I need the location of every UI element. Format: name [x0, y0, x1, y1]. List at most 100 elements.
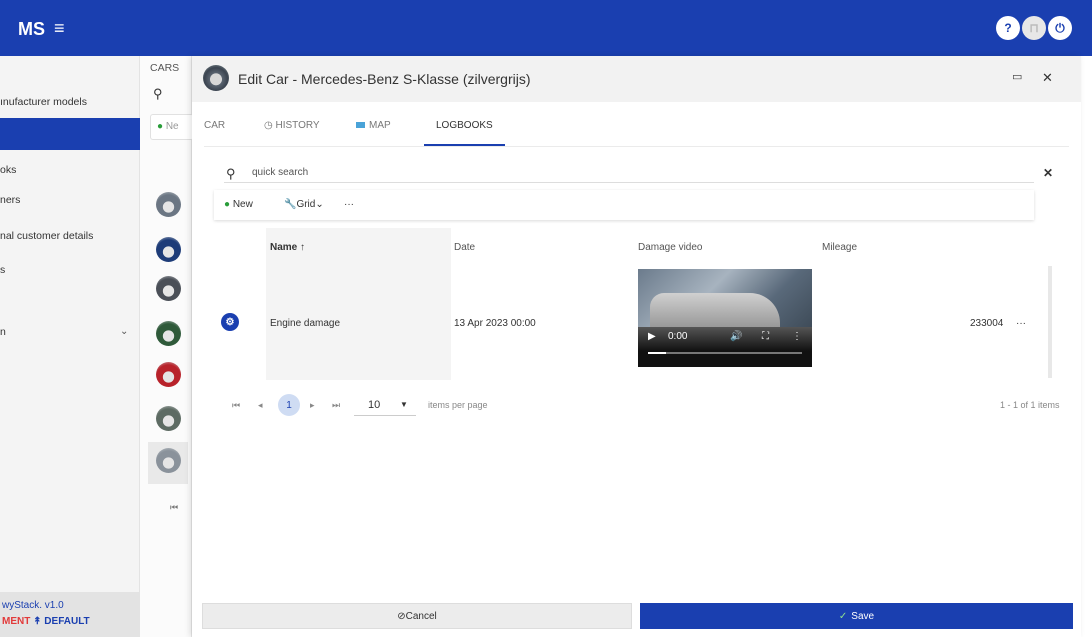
environment-left: MENT — [2, 616, 31, 627]
sort-ascending-icon: ↑ — [300, 242, 306, 253]
sidebar-item-group[interactable]: n — [0, 326, 140, 338]
last-page-icon[interactable]: ⏭ — [332, 400, 340, 411]
tab-divider — [204, 146, 1069, 147]
play-icon[interactable]: ▶ — [648, 331, 656, 342]
edit-car-dialog: Edit Car - Mercedes-Benz S-Klasse (zilve… — [192, 56, 1081, 637]
column-header-date[interactable]: Date — [454, 242, 475, 253]
tab-car[interactable]: CAR — [204, 120, 225, 146]
sidebar-footer — [0, 592, 140, 637]
new-car-button[interactable]: ● Ne — [150, 114, 194, 140]
grid-menu-label: Grid — [296, 199, 316, 210]
row-mileage: 233004 — [970, 318, 1004, 329]
column-header-name-label: Name — [270, 242, 298, 253]
grid-menu-button[interactable]: 🔧Grid⌄ — [284, 199, 324, 210]
help-button[interactable]: ? — [996, 16, 1020, 40]
app-title: MS — [18, 19, 45, 39]
pager-range-label: 1 - 1 of 1 items — [1000, 400, 1060, 410]
sidebar-item-active[interactable] — [0, 118, 140, 150]
cancel-button[interactable]: ⊘ Cancel — [202, 603, 632, 629]
quick-search-input[interactable] — [252, 162, 1027, 182]
clock-icon: ◷ — [264, 120, 276, 131]
sidebar: ınufacturer models oks ners nal customer… — [0, 56, 140, 637]
car-avatar[interactable] — [156, 321, 181, 346]
search-icon[interactable]: ⚲ — [153, 86, 163, 102]
dialog-title: Edit Car - Mercedes-Benz S-Klasse (zilve… — [238, 71, 531, 87]
car-avatar[interactable] — [156, 237, 181, 262]
plus-icon: ● — [224, 199, 231, 210]
row-more-button[interactable]: ··· — [1016, 318, 1026, 329]
environment-label: MENT ↟ DEFAULT — [2, 616, 90, 627]
video-progress-fill — [648, 352, 666, 354]
car-avatar[interactable] — [156, 276, 181, 301]
user-button[interactable]: ⊓ — [1022, 16, 1046, 40]
sidebar-item-manufacturer-models[interactable]: ınufacturer models — [0, 96, 140, 108]
maximize-icon[interactable]: ▭ — [1012, 70, 1022, 83]
first-page-icon[interactable]: ⏮ — [232, 400, 240, 411]
car-avatar[interactable] — [156, 406, 181, 431]
car-avatar[interactable] — [156, 192, 181, 217]
logbook-type-icon: ⚙ — [221, 313, 239, 331]
cars-list-header: CARS — [150, 62, 180, 74]
prev-page-icon[interactable]: ◂ — [258, 400, 263, 411]
chevron-down-icon: ⌄ — [315, 199, 324, 210]
sidebar-item-s[interactable]: s — [0, 264, 140, 276]
row-date: 13 Apr 2023 00:00 — [454, 318, 536, 329]
column-header-damage-video[interactable]: Damage video — [638, 242, 702, 253]
close-icon[interactable]: ✕ — [1042, 70, 1053, 86]
video-time: 0:00 — [668, 331, 688, 342]
first-page-icon[interactable]: ⏮ — [170, 502, 178, 513]
page-1-button[interactable]: 1 — [278, 394, 300, 416]
logbooks-grid: Name ↑ Date Damage video Mileage ⚙ Engin… — [214, 228, 1052, 388]
new-logbook-label: New — [232, 199, 253, 210]
damage-video-player[interactable]: ▶ 0:00 🔊 ⛶ ⋮ — [638, 269, 812, 367]
video-menu-icon[interactable]: ⋮ — [792, 331, 802, 342]
save-label: Save — [851, 610, 875, 622]
tab-history[interactable]: ◷ HISTORY — [264, 120, 320, 146]
tab-logbooks[interactable]: LOGBOOKS — [424, 120, 505, 146]
page-size-value: 10 — [368, 399, 381, 411]
next-page-icon[interactable]: ▸ — [310, 400, 315, 411]
pager: ⏮ ◂ 1 ▸ ⏭ 10 ▼ items per page 1 - 1 of 1… — [214, 392, 1060, 420]
tab-map[interactable]: MAP — [356, 120, 391, 146]
dialog-header: Edit Car - Mercedes-Benz S-Klasse (zilve… — [192, 56, 1081, 102]
map-icon — [356, 122, 365, 129]
sidebar-item-logbooks[interactable]: oks — [0, 164, 140, 176]
column-header-mileage[interactable]: Mileage — [822, 242, 857, 253]
grid-scrollbar[interactable] — [1048, 266, 1052, 378]
car-thumbnail — [203, 65, 229, 91]
row-name: Engine damage — [270, 318, 341, 329]
version-label: wyStack. v1.0 — [2, 600, 64, 611]
checkmark-icon: ✓ — [838, 610, 848, 622]
hamburger-menu-icon[interactable]: ≡ — [54, 19, 65, 37]
environment-right: DEFAULT — [44, 616, 90, 627]
cancel-label: Cancel — [405, 610, 437, 622]
plus-icon: ● — [157, 121, 164, 132]
column-header-name[interactable]: Name ↑ — [270, 242, 305, 253]
environment-separator-icon: ↟ — [33, 616, 42, 627]
clear-search-icon[interactable]: ✕ — [1043, 166, 1053, 180]
search-icon: ⚲ — [226, 166, 236, 181]
sidebar-item-owners[interactable]: ners — [0, 194, 140, 206]
power-button[interactable]: ⏻ — [1048, 16, 1072, 40]
video-controls-bar — [638, 327, 812, 367]
caret-down-icon: ▼ — [400, 400, 408, 409]
volume-icon[interactable]: 🔊 — [730, 331, 742, 342]
tab-logbooks-label: LOGBOOKS — [436, 120, 493, 131]
tab-history-label: HISTORY — [275, 120, 320, 131]
cars-list: CARS ⚲ ● Ne ⏮ — [140, 56, 194, 637]
video-progress-track[interactable] — [648, 352, 802, 354]
top-bar: MS ≡ ? ⊓ ⏻ — [0, 0, 1092, 56]
items-per-page-label: items per page — [428, 400, 488, 410]
save-button[interactable]: ✓ Save — [640, 603, 1073, 629]
tab-map-label: MAP — [369, 120, 391, 131]
fullscreen-icon[interactable]: ⛶ — [762, 331, 769, 342]
car-avatar[interactable] — [156, 362, 181, 387]
chevron-down-icon[interactable]: ⌄ — [120, 326, 128, 337]
new-logbook-button[interactable]: ● New — [224, 199, 253, 210]
new-car-label: Ne — [165, 121, 179, 132]
wrench-icon: 🔧 — [284, 199, 297, 210]
toolbar-more-button[interactable]: ··· — [344, 199, 354, 210]
car-avatar[interactable] — [156, 448, 181, 473]
grid-toolbar: ● New 🔧Grid⌄ ··· — [214, 190, 1034, 220]
sidebar-item-customer-details[interactable]: nal customer details — [0, 230, 140, 242]
